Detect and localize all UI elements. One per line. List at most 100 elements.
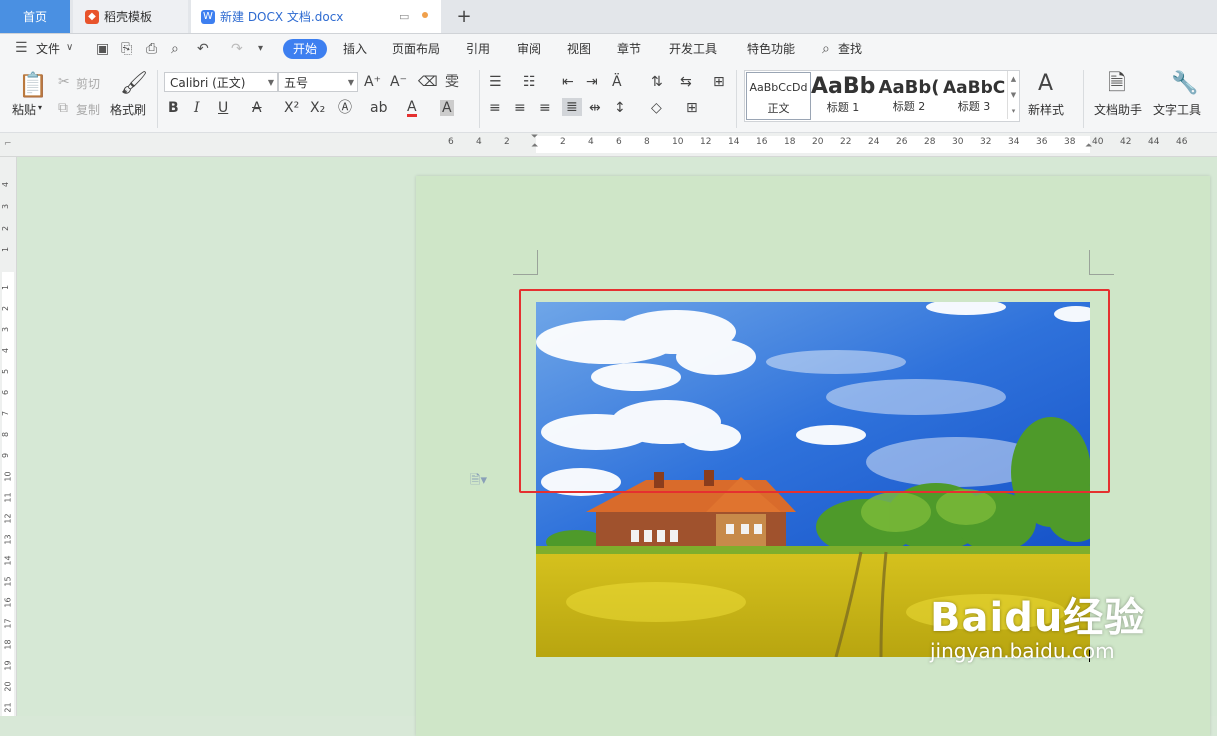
style-heading2[interactable]: AaBb( 标题 2 xyxy=(877,71,941,121)
tab-template[interactable]: ◆ 稻壳模板 xyxy=(73,0,188,33)
text-direction-icon[interactable]: Ä xyxy=(612,74,622,90)
docer-logo-icon: ◆ xyxy=(85,9,99,24)
text-tools-button[interactable]: 文字工具 xyxy=(1153,101,1201,118)
show-marks-icon[interactable]: ⇆ xyxy=(680,74,692,90)
new-style-icon[interactable]: A xyxy=(1038,72,1053,96)
menu-insert[interactable]: 插入 xyxy=(343,34,367,64)
tab-stop-icon[interactable]: ⌐ xyxy=(4,139,12,149)
vertical-ruler[interactable]: 4 3 2 1 1 2 3 4 5 6 7 8 9 10 11 12 13 14 15 16 17 18 19 20 21 xyxy=(0,157,17,716)
ruler-tick-label: 1 xyxy=(1,284,11,291)
style-heading2-label: 标题 2 xyxy=(892,100,926,113)
unsaved-dot-icon xyxy=(422,12,428,18)
menu-search[interactable]: 查找 xyxy=(838,34,862,64)
doc-assistant-icon[interactable]: 🗎 xyxy=(1108,72,1126,96)
hamburger-icon[interactable]: ☰ xyxy=(15,40,28,56)
ruler-tick-label: 4 xyxy=(588,137,594,147)
copy-icon[interactable]: ⧉ xyxy=(58,100,68,116)
doc-assistant-button[interactable]: 文档助手 xyxy=(1094,101,1142,118)
table-layout-icon[interactable]: ⊞ xyxy=(713,74,725,90)
subscript-icon[interactable]: X₂ xyxy=(310,100,325,116)
horizontal-ruler[interactable]: ⌐ 6 4 2 2 4 6 8 10 12 14 16 18 20 22 24 26 28 30 32 34 36 38 4… xyxy=(0,133,1217,157)
menu-developer[interactable]: 开发工具 xyxy=(669,34,717,64)
highlight-color-icon[interactable]: ab xyxy=(370,100,387,116)
superscript-icon[interactable]: X² xyxy=(284,100,299,116)
tab-document[interactable]: W 新建 DOCX 文档.docx ▭ xyxy=(191,0,441,33)
clear-format-icon[interactable]: ⌫ xyxy=(418,74,438,90)
undo-icon[interactable]: ↶ xyxy=(197,41,209,57)
borders-icon[interactable]: ⊞ xyxy=(686,100,698,116)
line-spacing-icon[interactable]: ↕ xyxy=(614,100,626,116)
decrease-font-icon[interactable]: A⁻ xyxy=(390,74,407,90)
scissors-icon[interactable]: ✂ xyxy=(58,74,70,90)
paste-icon[interactable]: 📋 xyxy=(18,72,48,98)
export-icon[interactable]: ⎘ xyxy=(121,41,132,57)
format-painter-button[interactable]: 格式刷 xyxy=(110,101,146,118)
menu-review[interactable]: 审阅 xyxy=(517,34,541,64)
ruler-tick-label: 6 xyxy=(616,137,622,147)
customize-toolbar-icon[interactable]: ▾ xyxy=(258,43,263,54)
right-indent-marker-icon[interactable]: ⏶ xyxy=(1085,141,1092,151)
menu-file[interactable]: 文件 xyxy=(36,34,60,64)
strikethrough-icon[interactable]: A xyxy=(252,100,262,116)
new-tab-button[interactable]: + xyxy=(452,0,476,33)
style-normal[interactable]: AaBbCcDd 正文 xyxy=(746,72,811,120)
justify-icon[interactable]: ≣ xyxy=(562,98,582,116)
word-doc-icon: W xyxy=(201,9,215,24)
menu-view[interactable]: 视图 xyxy=(567,34,591,64)
align-left-icon[interactable]: ≡ xyxy=(489,100,501,116)
align-center-icon[interactable]: ≡ xyxy=(514,100,526,116)
indent-marker-icon[interactable]: ⏷ ⏶ xyxy=(531,133,538,151)
paste-dropdown-icon[interactable]: ▾ xyxy=(38,103,42,112)
font-size-select[interactable]: 五号 ▼ xyxy=(278,72,358,92)
separator xyxy=(736,70,737,128)
format-painter-icon[interactable]: 🖌 xyxy=(120,72,148,96)
menu-page-layout[interactable]: 页面布局 xyxy=(392,34,440,64)
font-name-select[interactable]: Calibri (正文) ▼ xyxy=(164,72,278,92)
text-effect-icon[interactable]: Ⓐ xyxy=(338,100,352,116)
shading-icon[interactable]: ◇ xyxy=(651,100,662,116)
menu-section[interactable]: 章节 xyxy=(617,34,641,64)
ruler-tick-label: 4 xyxy=(476,137,482,147)
style-heading1-preview: AaBb xyxy=(811,74,875,99)
redo-icon[interactable]: ↷ xyxy=(231,41,243,57)
ruler-tick-label: 2 xyxy=(1,305,11,312)
baidu-watermark: Baidu经验 jingyan.baidu.com xyxy=(930,585,1145,663)
style-heading3[interactable]: AaBbC( 标题 3 xyxy=(943,71,1005,121)
paste-button[interactable]: 粘贴 xyxy=(12,101,36,118)
save-icon[interactable]: ▣ xyxy=(96,41,109,57)
ruler-tick-label: 20 xyxy=(3,681,13,692)
ruler-tick-label: 12 xyxy=(3,513,13,524)
menu-references[interactable]: 引用 xyxy=(466,34,490,64)
chevron-down-icon[interactable]: ∨ xyxy=(66,42,73,53)
underline-icon[interactable]: U xyxy=(218,100,228,116)
cut-button[interactable]: 剪切 xyxy=(76,75,100,92)
ruler-tick-label: 5 xyxy=(1,368,11,375)
font-color-icon[interactable]: A xyxy=(407,100,417,117)
align-right-icon[interactable]: ≡ xyxy=(539,100,551,116)
search-icon[interactable]: ⌕ xyxy=(822,41,830,57)
ruler-tick-label: 19 xyxy=(3,660,13,671)
italic-icon[interactable]: I xyxy=(194,100,200,116)
sort-icon[interactable]: ⇅ xyxy=(651,74,663,90)
tab-home[interactable]: 首页 xyxy=(0,0,70,33)
new-style-button[interactable]: 新样式 xyxy=(1028,101,1064,118)
window-mode-icon[interactable]: ▭ xyxy=(399,10,409,23)
style-heading1[interactable]: AaBb 标题 1 xyxy=(811,71,875,121)
menu-home-tab[interactable]: 开始 xyxy=(283,39,328,59)
print-preview-icon[interactable]: ⌕ xyxy=(171,41,179,57)
style-gallery-scroll[interactable]: ▲ ▼ ▾ xyxy=(1007,71,1019,119)
distribute-icon[interactable]: ⇹ xyxy=(589,100,601,116)
phonetic-guide-icon[interactable]: 雯 xyxy=(445,74,459,90)
print-icon[interactable]: ⎙ xyxy=(146,41,157,57)
wrench-icon[interactable]: 🔧 xyxy=(1171,72,1198,96)
numbered-list-icon[interactable]: ☷ xyxy=(523,74,536,90)
increase-font-icon[interactable]: A⁺ xyxy=(364,74,381,90)
copy-button[interactable]: 复制 xyxy=(76,101,100,118)
decrease-indent-icon[interactable]: ⇤ xyxy=(562,74,574,90)
increase-indent-icon[interactable]: ⇥ xyxy=(586,74,598,90)
menu-special[interactable]: 特色功能 xyxy=(747,34,795,64)
paragraph-layout-icon[interactable]: 🗎▾ xyxy=(470,471,487,493)
bullet-list-icon[interactable]: ☰ xyxy=(489,74,502,90)
char-shading-icon[interactable]: A xyxy=(440,100,454,116)
bold-icon[interactable]: B xyxy=(168,100,179,116)
